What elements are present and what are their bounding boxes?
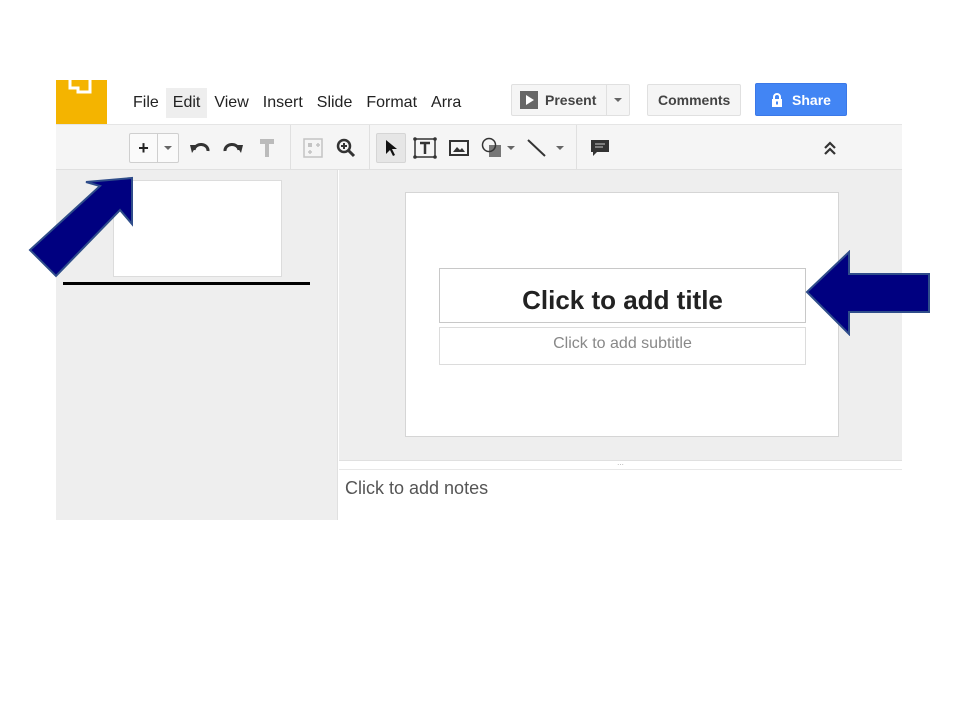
arrow-left-annotation (805, 250, 930, 336)
main-menu: File Edit View Insert Slide Format Arra (126, 88, 468, 118)
toolbar: + (56, 124, 902, 170)
slides-logo[interactable] (56, 80, 107, 124)
present-button[interactable]: Present (512, 85, 608, 115)
fit-button[interactable] (299, 133, 327, 163)
slide-canvas[interactable]: Click to add title Click to add subtitle (405, 192, 839, 437)
caret-down-icon (507, 146, 515, 150)
comments-button[interactable]: Comments (647, 84, 742, 116)
shape-icon (481, 137, 501, 157)
lock-icon (772, 92, 783, 107)
menu-bar: File Edit View Insert Slide Format Arra … (56, 80, 902, 124)
notes-resize-handle[interactable]: ... (339, 459, 902, 470)
double-chevron-up-icon (824, 141, 836, 155)
new-slide-dropdown[interactable] (158, 146, 178, 150)
play-icon (520, 91, 538, 109)
zoom-button[interactable] (333, 133, 359, 163)
present-button-group: Present (511, 84, 631, 116)
caret-down-icon (614, 98, 623, 102)
menu-slide[interactable]: Slide (310, 88, 360, 118)
comment-button[interactable] (586, 133, 614, 163)
line-icon (527, 139, 546, 157)
slides-logo-icon (68, 80, 92, 94)
redo-icon (223, 143, 243, 153)
menu-file[interactable]: File (126, 88, 166, 118)
undo-button[interactable] (187, 133, 213, 163)
caret-down-icon (556, 146, 564, 150)
slide-thumbnail[interactable] (113, 180, 282, 277)
image-button[interactable] (446, 133, 472, 163)
share-button[interactable]: Share (755, 83, 847, 116)
redo-button[interactable] (220, 133, 246, 163)
paint-roller-icon (260, 139, 274, 157)
collapse-toolbar-button[interactable] (818, 133, 842, 163)
new-slide-button[interactable]: + (129, 133, 179, 163)
zoom-icon (336, 138, 356, 158)
present-label: Present (545, 92, 597, 108)
toolbar-separator (290, 125, 291, 170)
fit-icon (303, 138, 323, 158)
image-icon (449, 140, 469, 156)
slides-app: File Edit View Insert Slide Format Arra … (56, 80, 902, 520)
underline-annotation (63, 282, 310, 285)
menu-view[interactable]: View (207, 88, 255, 118)
menu-insert[interactable]: Insert (256, 88, 310, 118)
menu-format[interactable]: Format (359, 88, 424, 118)
paint-format-button[interactable] (254, 133, 280, 163)
menu-edit[interactable]: Edit (165, 88, 208, 118)
subtitle-placeholder[interactable]: Click to add subtitle (439, 327, 806, 365)
cursor-icon (386, 140, 397, 156)
present-dropdown[interactable] (607, 85, 629, 115)
caret-down-icon (164, 146, 172, 150)
share-label: Share (792, 91, 831, 108)
toolbar-separator (576, 125, 577, 170)
menu-arrange[interactable]: Arra (424, 88, 468, 118)
arrow-up-right-annotation (28, 176, 133, 278)
comment-icon (591, 140, 609, 156)
text-box-icon (413, 137, 437, 159)
text-box-button[interactable] (411, 133, 439, 163)
select-button[interactable] (376, 133, 406, 163)
toolbar-separator (369, 125, 370, 170)
title-placeholder[interactable]: Click to add title (439, 268, 806, 323)
shape-button[interactable] (478, 133, 518, 163)
line-button[interactable] (524, 133, 566, 163)
speaker-notes[interactable]: Click to add notes (339, 470, 902, 520)
undo-icon (190, 143, 210, 153)
plus-icon: + (130, 134, 158, 162)
